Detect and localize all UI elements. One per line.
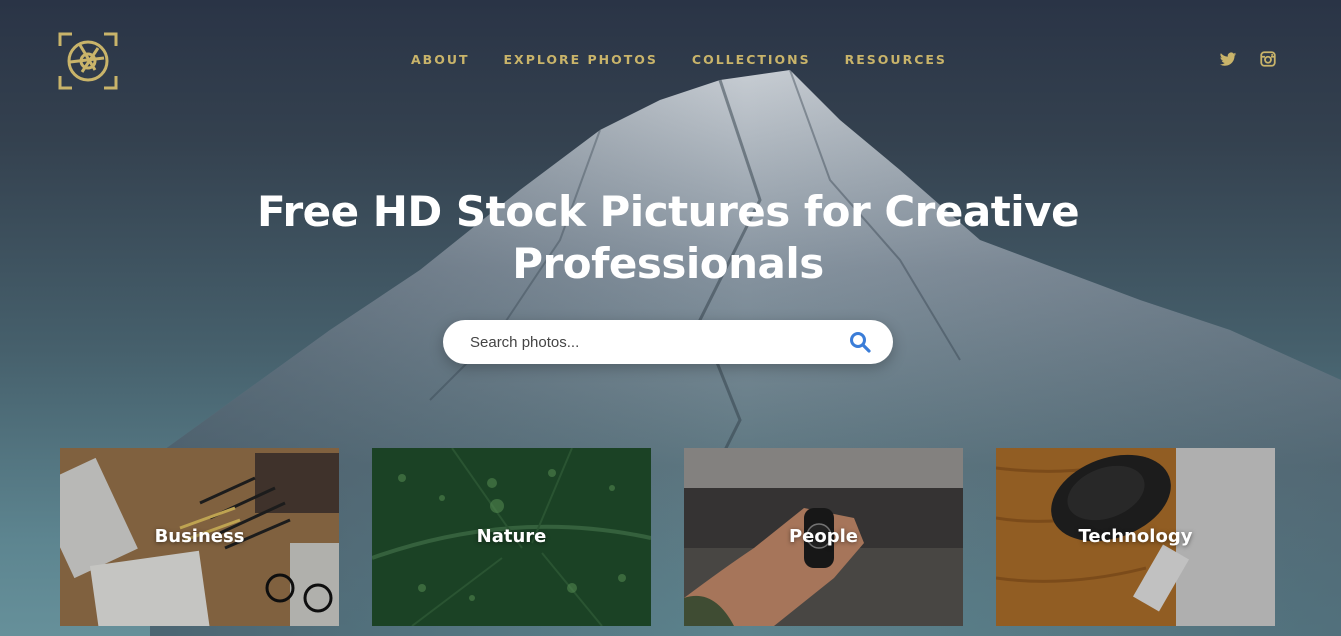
category-label-people: People — [788, 526, 859, 547]
hero-title-line2: Professionals — [512, 239, 824, 288]
twitter-icon[interactable] — [1219, 50, 1237, 68]
search-bar — [443, 320, 893, 364]
camera-aperture-icon — [58, 32, 118, 90]
nav-resources[interactable]: RESOURCES — [845, 52, 947, 67]
nav-about[interactable]: ABOUT — [411, 52, 470, 67]
nav-collections[interactable]: COLLECTIONS — [692, 52, 811, 67]
search-icon[interactable] — [849, 331, 871, 353]
category-card-people[interactable]: People — [684, 448, 963, 626]
main-nav: ABOUT EXPLORE PHOTOS COLLECTIONS RESOURC… — [411, 52, 947, 67]
category-label-business: Business — [154, 526, 245, 547]
hero-title-line1: Free HD Stock Pictures for Creative — [256, 187, 1080, 236]
nav-explore-photos[interactable]: EXPLORE PHOTOS — [504, 52, 658, 67]
social-links — [1219, 50, 1277, 68]
category-cards: Business Nature People Technology — [60, 448, 1275, 626]
category-label-nature: Nature — [476, 526, 547, 547]
logo[interactable] — [58, 32, 118, 90]
search-input[interactable] — [470, 331, 830, 353]
instagram-icon[interactable] — [1259, 50, 1277, 68]
category-card-technology[interactable]: Technology — [996, 448, 1275, 626]
category-label-technology: Technology — [1078, 526, 1193, 547]
category-card-nature[interactable]: Nature — [372, 448, 651, 626]
category-card-business[interactable]: Business — [60, 448, 339, 626]
hero-section: ABOUT EXPLORE PHOTOS COLLECTIONS RESOURC… — [0, 0, 1341, 636]
hero-title: Free HD Stock Pictures for Creative Prof… — [0, 186, 1336, 290]
